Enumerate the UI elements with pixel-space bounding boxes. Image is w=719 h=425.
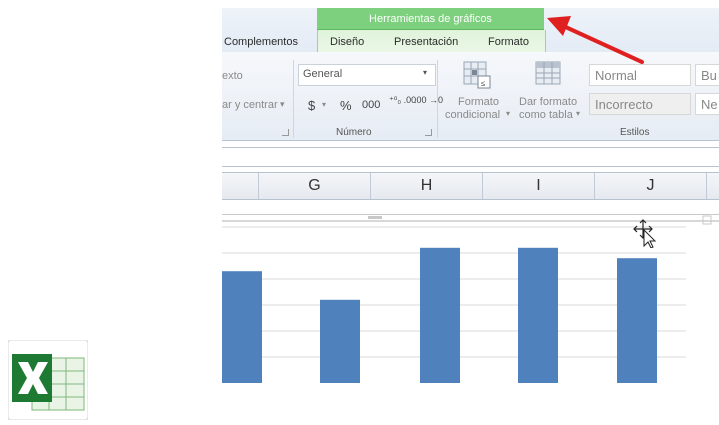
chart-bars [222,247,657,383]
currency-button[interactable]: $ [308,98,315,113]
formula-bar[interactable] [222,147,719,167]
number-format-select[interactable]: General ▾ [298,64,436,86]
table-format-label1[interactable]: Dar formato [519,96,577,108]
conditional-format-label1[interactable]: Formato [458,96,499,108]
column-header-g[interactable]: G [259,173,371,199]
merge-dropdown-icon[interactable]: ▾ [280,99,285,110]
cell-style-incorrecto[interactable]: Incorrecto [589,93,691,115]
number-format-value: General [303,68,343,80]
number-group-label: Número [336,127,372,138]
percent-button[interactable]: % [340,98,352,113]
table-format-dropdown-icon[interactable]: ▾ [576,109,580,118]
tab-formato[interactable]: Formato [488,36,529,48]
svg-text:≤: ≤ [481,79,486,88]
column-header-h[interactable]: H [371,173,483,199]
column-header-f[interactable] [222,173,259,199]
group-separator [437,60,438,138]
chevron-down-icon: ▾ [423,68,428,77]
chart-bar[interactable] [222,271,262,383]
chart-corner-handle[interactable] [702,215,712,225]
merge-center-button[interactable]: ar y centrar [222,99,278,111]
contextual-tab-group-label: Herramientas de gráficos [369,13,492,25]
number-launcher-icon[interactable] [425,129,432,136]
cell-style-neutral[interactable]: Ne [695,93,719,115]
increase-decimal-button[interactable]: ⁺⁰₀ .00 [389,95,416,106]
chart-bar[interactable] [617,258,657,383]
chart-bar[interactable] [420,247,460,383]
conditional-format-label2[interactable]: condicional [445,109,500,121]
currency-dropdown-icon[interactable]: ▾ [322,100,326,109]
conditional-format-icon: ≤ [462,60,494,95]
column-headers: G H I J [222,172,719,200]
group-separator [293,60,294,138]
tab-complementos[interactable]: Complementos [224,36,298,48]
thousands-button[interactable]: 000 [362,99,380,111]
alignment-launcher-icon[interactable] [282,129,289,136]
contextual-tab-group-header: Herramientas de gráficos [317,8,544,30]
chart-bar[interactable] [518,247,558,383]
move-cursor-icon [632,218,658,253]
decrease-decimal-button[interactable]: .00 →0 [414,95,443,105]
styles-group-label: Estilos [620,127,650,138]
conditional-format-dropdown-icon[interactable]: ▾ [506,109,510,118]
tab-presentacion[interactable]: Presentación [394,36,458,48]
column-header-i[interactable]: I [483,173,595,199]
cell-style-bueno[interactable]: Bu [695,64,719,86]
table-format-label2[interactable]: como tabla [519,109,573,121]
red-arrow-annotation [547,16,644,64]
chart-bar[interactable] [320,299,360,383]
column-header-j[interactable]: J [595,173,707,199]
chart-resize-handle[interactable] [368,216,382,219]
excel-logo-icon [7,339,89,421]
tab-diseno[interactable]: Diseño [330,36,364,48]
wrap-text-button[interactable]: exto [222,70,243,82]
